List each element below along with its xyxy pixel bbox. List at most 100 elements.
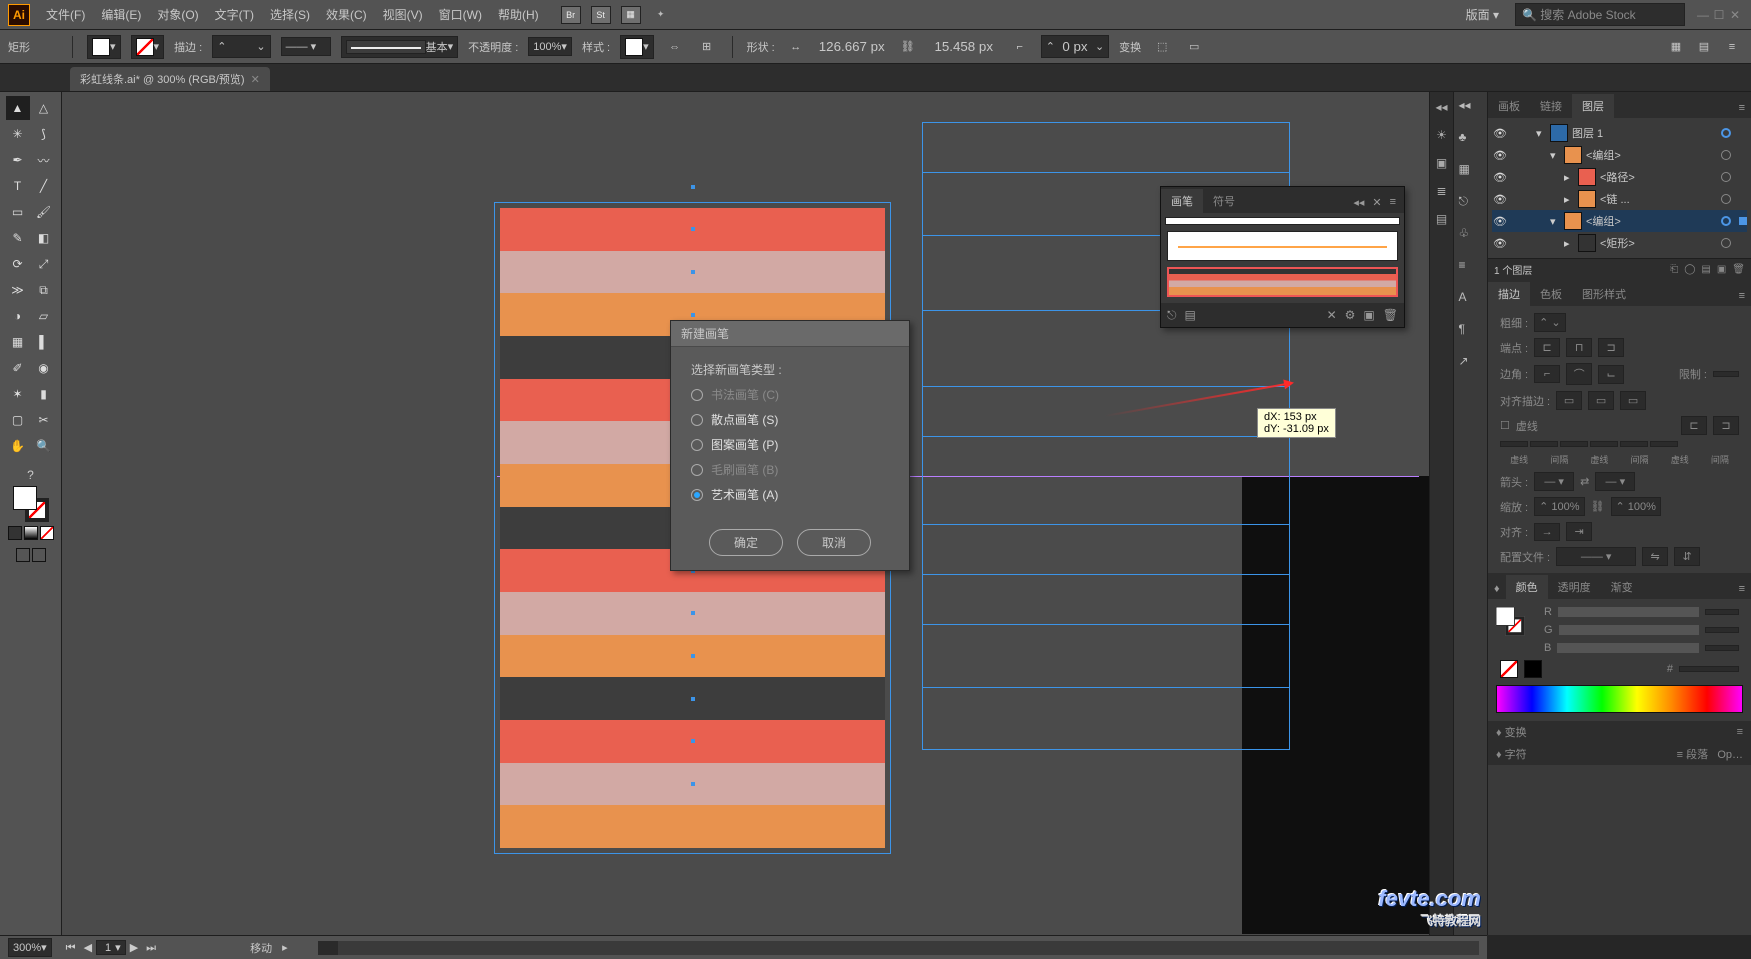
expand-dock-icon[interactable]: ◂◂ xyxy=(1433,98,1451,116)
profile-select[interactable]: —— ▾ xyxy=(1556,547,1636,566)
screen-mode-icon[interactable] xyxy=(16,548,30,562)
document-tab[interactable]: 彩虹线条.ai* @ 300% (RGB/预览) ✕ xyxy=(70,67,270,91)
panel-menu-icon[interactable]: ≡ xyxy=(1733,579,1751,599)
gradient-tool[interactable]: ▌ xyxy=(32,330,56,354)
target-icon[interactable] xyxy=(1721,172,1731,182)
swap-arrows-icon[interactable]: ⇄ xyxy=(1580,475,1589,488)
help-icon[interactable]: ? xyxy=(27,468,34,482)
slice-tool[interactable]: ✂ xyxy=(32,408,56,432)
swatches-icon[interactable]: ▦ xyxy=(1459,162,1483,186)
menu-window[interactable]: 窗口(W) xyxy=(433,6,488,23)
menu-type[interactable]: 文字(T) xyxy=(209,6,260,23)
visibility-icon[interactable]: 👁 xyxy=(1492,215,1508,228)
dash-1[interactable] xyxy=(1500,441,1528,447)
cap-square[interactable]: ⊐ xyxy=(1598,338,1624,357)
brush-lib-icon[interactable]: ⎋ xyxy=(1167,308,1177,323)
dash-checkbox[interactable]: 虚线 xyxy=(1516,418,1538,434)
brushes-tab[interactable]: 画笔 xyxy=(1161,189,1203,213)
brushes-panel[interactable]: 画笔 符号 ◂◂ ✕ ≡ ⎋ ▤ ✕ ⚙ ▣ 🗑 xyxy=(1160,186,1405,328)
b-value[interactable] xyxy=(1705,645,1739,651)
stock-icon[interactable]: St xyxy=(591,6,611,24)
ok-button[interactable]: 确定 xyxy=(709,529,783,556)
paintbrush-tool[interactable]: 🖌 xyxy=(32,200,56,224)
zoom-tool[interactable]: 🔍 xyxy=(32,434,56,458)
gap-2[interactable] xyxy=(1590,441,1618,447)
disclosure-icon[interactable]: ▾ xyxy=(1536,127,1546,140)
color-guide-icon[interactable]: ♣ xyxy=(1459,130,1483,154)
rectangle-tool[interactable]: ▭ xyxy=(6,200,30,224)
none-mode-icon[interactable] xyxy=(40,526,54,540)
layer-row[interactable]: 👁 ▾ <编组> xyxy=(1492,144,1747,166)
link-wh-icon[interactable]: ⛓ xyxy=(897,36,919,58)
libraries-icon[interactable]: ▣ xyxy=(1433,154,1451,172)
width-input[interactable] xyxy=(817,38,887,55)
perspective-tool[interactable]: ▱ xyxy=(32,304,56,328)
type-tool[interactable]: T xyxy=(6,174,30,198)
panel-toggle-icon[interactable]: ♦ xyxy=(1488,579,1506,599)
cancel-button[interactable]: 取消 xyxy=(797,529,871,556)
symbols-dock-icon[interactable]: ♧ xyxy=(1459,226,1483,250)
stroke-weight-input[interactable]: ⌃ ⌄ xyxy=(1534,313,1566,332)
draw-mode-icon[interactable] xyxy=(32,548,46,562)
dialog-title[interactable]: 新建画笔 xyxy=(671,321,909,347)
workspace-switcher[interactable]: 版面 ▾ xyxy=(1460,6,1505,23)
delete-brush-icon[interactable]: 🗑 xyxy=(1383,308,1398,322)
gradient-tab[interactable]: 渐变 xyxy=(1601,575,1643,599)
stroke-tab[interactable]: 描边 xyxy=(1488,282,1530,306)
layer-row[interactable]: 👁 ▾ 图层 1 xyxy=(1492,122,1747,144)
layer-name[interactable]: <编组> xyxy=(1586,147,1717,163)
remove-brush-stroke-icon[interactable]: ✕ xyxy=(1327,308,1337,322)
brushes-dock-icon[interactable]: ⎋ xyxy=(1459,194,1483,218)
target-icon[interactable] xyxy=(1721,128,1731,138)
dash-align-b[interactable]: ⊐ xyxy=(1713,416,1739,435)
menu-effect[interactable]: 效果(C) xyxy=(320,6,373,23)
panel-menu-icon[interactable]: ≡ xyxy=(1733,286,1751,306)
layer-name[interactable]: <矩形> xyxy=(1600,235,1717,251)
isolate-icon[interactable]: ⬚ xyxy=(1151,36,1173,58)
character-dock-icon[interactable]: A xyxy=(1459,290,1483,314)
hex-input[interactable] xyxy=(1679,666,1739,672)
fill-swatch[interactable]: ▾ xyxy=(87,35,121,59)
art-brush-preview-1[interactable] xyxy=(1167,231,1398,261)
corner-type-icon[interactable]: ⌐ xyxy=(1009,36,1031,58)
disclosure-icon[interactable]: ▸ xyxy=(1564,171,1574,184)
none-swatch[interactable] xyxy=(1500,660,1518,678)
export-dock-icon[interactable]: ↗ xyxy=(1459,354,1483,378)
brush-type-option[interactable]: 散点画笔 (S) xyxy=(691,411,889,428)
corner-round[interactable]: ⌒ xyxy=(1566,363,1592,385)
stroke-weight[interactable]: ⌃⌄ xyxy=(212,35,270,58)
visibility-icon[interactable]: 👁 xyxy=(1492,171,1508,184)
paragraph-dock-icon[interactable]: ¶ xyxy=(1459,322,1483,346)
disclosure-icon[interactable]: ▾ xyxy=(1550,149,1560,162)
stroke-dock-icon[interactable]: ≡ xyxy=(1459,258,1483,282)
color-mode-icon[interactable] xyxy=(8,526,22,540)
layer-name[interactable]: <编组> xyxy=(1586,213,1717,229)
bridge-icon[interactable]: Br xyxy=(561,6,581,24)
corner-radius[interactable]: ⌃⌄ xyxy=(1041,35,1109,58)
g-slider[interactable] xyxy=(1559,625,1699,635)
mask-icon[interactable]: ◯ xyxy=(1684,264,1695,275)
expand-dock2-icon[interactable]: ◂◂ xyxy=(1459,98,1483,122)
rotate-tool[interactable]: ⟳ xyxy=(6,252,30,276)
gap-1[interactable] xyxy=(1530,441,1558,447)
corner-bevel[interactable]: ⌙ xyxy=(1598,365,1624,384)
layer-row[interactable]: 👁 ▸ <矩形> xyxy=(1492,232,1747,254)
close-panel-icon[interactable]: ✕ xyxy=(1372,196,1381,209)
fill-stroke-control[interactable] xyxy=(13,486,49,522)
flip-v-icon[interactable]: ⇵ xyxy=(1674,547,1700,566)
visibility-icon[interactable]: 👁 xyxy=(1492,149,1508,162)
panel-menu-icon[interactable]: ≡ xyxy=(1390,196,1396,209)
close-tab-icon[interactable]: ✕ xyxy=(251,73,260,86)
align-arrow-b[interactable]: ⇥ xyxy=(1566,522,1592,541)
graph-tool[interactable]: ▮ xyxy=(32,382,56,406)
sublayer-icon[interactable]: ▤ xyxy=(1701,264,1710,275)
swatches-tab[interactable]: 色板 xyxy=(1530,282,1572,306)
brush-options-icon[interactable]: ⚙ xyxy=(1345,308,1356,322)
g-value[interactable] xyxy=(1705,627,1739,633)
link-scale-icon[interactable]: ⛓ xyxy=(1591,500,1605,513)
character-panel-header[interactable]: ♦ 字符≡ 段落 Op… xyxy=(1488,743,1751,765)
art-brush-preview-2[interactable] xyxy=(1167,267,1398,297)
stroke-swatch[interactable]: ▾ xyxy=(131,35,165,59)
color-spectrum[interactable] xyxy=(1496,685,1743,713)
gradient-mode-icon[interactable] xyxy=(24,526,38,540)
